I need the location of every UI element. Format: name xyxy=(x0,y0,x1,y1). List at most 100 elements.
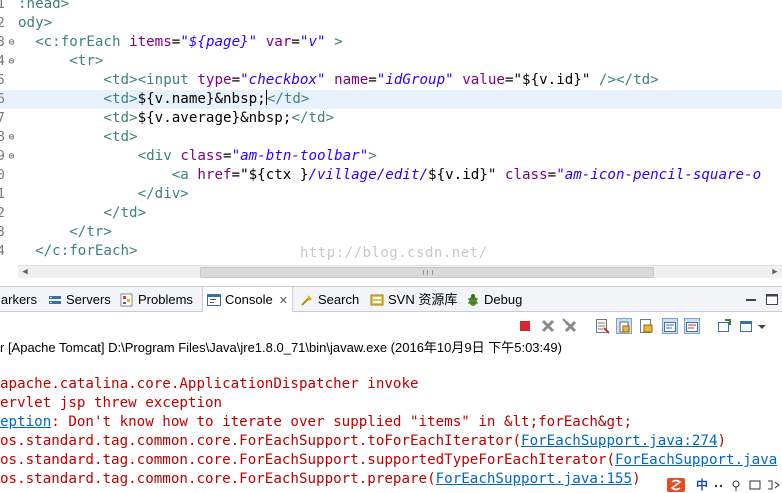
stacktrace-link[interactable]: ForEachSupport.java:155 xyxy=(436,471,632,487)
code-token: = xyxy=(231,167,241,183)
tab-console[interactable]: Console ✕ xyxy=(202,287,293,313)
stacktrace-link[interactable]: ForEachSupport.java:274 xyxy=(521,433,717,449)
close-icon[interactable]: ✕ xyxy=(279,295,288,307)
ime-icons xyxy=(667,478,780,492)
code-line[interactable]: 9 ⊖ <div class="am-btn-toolbar"> xyxy=(0,147,782,166)
line-number: 1 xyxy=(0,187,5,202)
code-text: <div class="am-btn-toolbar"> xyxy=(18,147,377,166)
code-line[interactable]: 5 <td><input type="checkbox" name="idGro… xyxy=(0,71,782,90)
tab-svn[interactable]: SVN 资源库 xyxy=(370,290,457,310)
code-line[interactable]: 2 ody> xyxy=(0,14,782,33)
code-line[interactable]: 8 ⊖ <td> xyxy=(0,128,782,147)
error-text: : Don't know how to iterate over supplie… xyxy=(51,414,633,430)
tab-debug[interactable]: Debug xyxy=(466,290,522,310)
show-on-stdout-icon[interactable] xyxy=(662,318,678,334)
fold-toggle-icon[interactable]: ⊖ xyxy=(6,132,17,143)
views-tab-bar: larkers Servers Problems Console ✕ Search… xyxy=(0,286,782,313)
code-line[interactable]: 6 <td>${v.name}&nbsp;</td> xyxy=(0,90,782,109)
code-token: = xyxy=(368,72,377,88)
console-toolbar xyxy=(0,312,782,338)
code-token: /village/edit/ xyxy=(308,167,429,183)
code-token: items xyxy=(129,34,172,50)
tab-servers[interactable]: Servers xyxy=(48,290,111,310)
error-text: ) xyxy=(717,433,727,449)
code-line[interactable]: 4 ⊖ <tr> xyxy=(0,52,782,71)
error-text: ervlet jsp threw exception xyxy=(0,395,223,411)
scroll-right-arrow-icon[interactable]: ▶ xyxy=(768,266,782,279)
code-line[interactable]: 1 :head> xyxy=(0,0,782,14)
chevron-down-icon[interactable] xyxy=(756,318,772,334)
search-icon xyxy=(300,293,314,307)
terminate-icon[interactable] xyxy=(517,318,533,334)
scroll-left-arrow-icon[interactable]: ◀ xyxy=(18,266,32,279)
word-wrap-icon[interactable] xyxy=(638,318,654,334)
code-token: </td> xyxy=(266,91,310,107)
line-number: 5 xyxy=(0,73,5,88)
tab-markers[interactable]: larkers xyxy=(0,290,37,310)
code-token: ody> xyxy=(18,15,53,31)
code-line[interactable]: 3 </tr> xyxy=(0,223,782,242)
code-token: <div xyxy=(137,148,181,164)
clear-console-icon[interactable] xyxy=(594,318,610,334)
code-token: <tr> xyxy=(69,53,104,69)
show-on-stderr-icon[interactable] xyxy=(684,318,700,334)
code-text: </tr> xyxy=(18,223,112,242)
console-line: os.standard.tag.common.core.ForEachSuppo… xyxy=(0,470,641,489)
error-text: apache.catalina.core.ApplicationDispatch… xyxy=(0,376,419,392)
line-number: 2 xyxy=(0,16,5,31)
tab-debug-label: Debug xyxy=(484,292,523,307)
code-token: <c:forEach xyxy=(35,34,130,50)
code-text: <td> xyxy=(18,128,137,147)
line-number: 4 xyxy=(0,244,5,259)
console-output[interactable]: apache.catalina.core.ApplicationDispatch… xyxy=(0,370,782,493)
ime-chinese-label: 中 xyxy=(696,478,709,492)
code-token: </tr> xyxy=(69,224,112,240)
code-text: </td> xyxy=(18,204,146,223)
tab-problems[interactable]: Problems xyxy=(120,290,193,310)
pin-console-icon[interactable] xyxy=(716,318,732,334)
stacktrace-link[interactable]: eption xyxy=(0,414,51,430)
code-line[interactable]: 2 </td> xyxy=(0,204,782,223)
tab-search-label: Search xyxy=(318,292,360,307)
display-selected-console-icon[interactable] xyxy=(738,318,754,334)
code-token: ${v.id}" xyxy=(428,167,497,183)
code-token: = xyxy=(223,148,232,164)
scrollbar-thumb[interactable] xyxy=(200,267,654,278)
code-text: <td>${v.name}&nbsp;</td> xyxy=(18,90,309,109)
code-token: "am-icon-pencil-square-o xyxy=(556,167,762,183)
code-line[interactable]: 1 </div> xyxy=(0,185,782,204)
tab-servers-label: Servers xyxy=(66,292,111,307)
line-number: 7 xyxy=(0,111,5,126)
fold-toggle-icon[interactable]: ⊖ xyxy=(6,37,17,48)
scroll-lock-icon[interactable] xyxy=(616,318,632,334)
remove-all-terminated-icon[interactable] xyxy=(562,318,578,334)
grip-icon xyxy=(423,270,433,275)
editor-horizontal-scrollbar[interactable]: ◀ ▶ xyxy=(18,265,782,278)
fold-toggle-icon[interactable]: ⊖ xyxy=(6,151,17,162)
line-number: 1 xyxy=(0,0,5,12)
remove-launch-icon[interactable] xyxy=(540,318,556,334)
code-text: <td>${v.average}&nbsp;</td> xyxy=(18,109,334,128)
console-line: eption: Don't know how to iterate over s… xyxy=(0,413,632,432)
code-line[interactable]: 0 <a href="${ctx }/village/edit/${v.id}"… xyxy=(0,166,782,185)
tab-search[interactable]: Search xyxy=(300,290,359,310)
code-token: :head> xyxy=(18,0,70,12)
minimize-view-icon[interactable] xyxy=(744,290,758,310)
tab-console-label: Console xyxy=(225,292,273,307)
maximize-view-icon[interactable] xyxy=(764,290,780,310)
code-editor[interactable]: 1 :head> 2 ody> 3 ⊖ <c:forEach items = "${page}… xyxy=(0,0,782,265)
code-line[interactable]: 7 <td>${v.average}&nbsp;</td> xyxy=(0,109,782,128)
code-token: "${page}" xyxy=(180,34,258,50)
ime-toolbar[interactable]: 中 xyxy=(666,477,782,493)
console-icon xyxy=(207,290,221,306)
fold-toggle-icon[interactable]: ⊖ xyxy=(6,56,17,67)
code-line[interactable]: 3 ⊖ <c:forEach items="${page}" var="v" > xyxy=(0,33,782,52)
stacktrace-link[interactable]: ForEachSupport.java xyxy=(615,452,777,468)
